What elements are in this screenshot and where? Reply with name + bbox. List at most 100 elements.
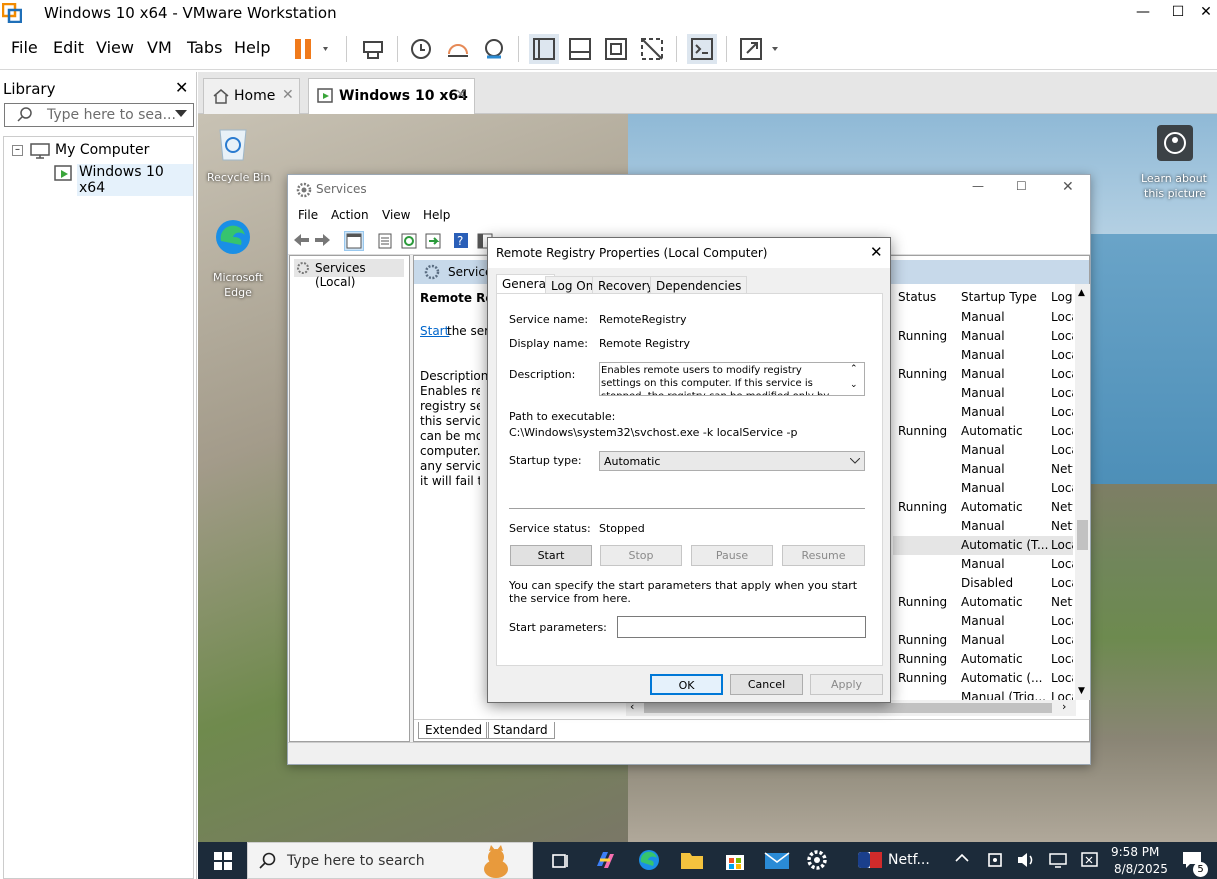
camera-icon[interactable] <box>1156 124 1194 162</box>
edge-taskbar-icon[interactable] <box>637 848 661 872</box>
table-row[interactable]: Running Manual Loca <box>893 365 1073 384</box>
netflix-taskbar-label[interactable]: Netf... <box>888 852 930 868</box>
tab-extended[interactable]: Extended <box>418 722 489 739</box>
table-row[interactable]: Running Automatic Netv <box>893 498 1073 517</box>
services-menu-view[interactable]: View <box>382 208 410 222</box>
table-row[interactable]: Running Manual Loca <box>893 631 1073 650</box>
library-view-icon[interactable] <box>529 34 559 64</box>
menu-view[interactable]: View <box>96 38 134 57</box>
table-row[interactable]: Running Automatic Loca <box>893 650 1073 669</box>
recycle-bin-icon[interactable] <box>216 122 250 162</box>
table-row[interactable]: Automatic (T...Loca <box>893 536 1073 555</box>
services-menu-file[interactable]: File <box>298 208 318 222</box>
close-button[interactable]: ✕ <box>1191 0 1217 26</box>
column-startup-type[interactable]: Startup Type <box>961 290 1037 304</box>
library-search-input[interactable]: Type here to sea... <box>4 103 194 127</box>
table-row[interactable]: Manual Loca <box>893 555 1073 574</box>
mail-icon[interactable] <box>764 849 790 871</box>
console-view-icon[interactable] <box>687 34 717 64</box>
startup-type-select[interactable]: Automatic <box>599 451 865 471</box>
detail-start-link[interactable]: Start <box>420 324 449 338</box>
tab-home-close-icon[interactable]: ✕ <box>282 87 294 103</box>
table-row[interactable]: Running Manual Loca <box>893 327 1073 346</box>
scroll-down-icon[interactable]: ▼ <box>1078 686 1085 696</box>
services-maximize-button[interactable]: ☐ <box>1016 179 1027 193</box>
table-row[interactable]: Manual Loca <box>893 612 1073 631</box>
tab-windows-10[interactable]: Windows 10 x64 ✕ <box>308 78 475 114</box>
vertical-scrollbar[interactable]: ▲ ▼ <box>1075 284 1090 700</box>
services-menu-help[interactable]: Help <box>423 208 450 222</box>
minimize-button[interactable]: — <box>1128 0 1158 26</box>
export-list-icon[interactable] <box>424 232 442 250</box>
table-row[interactable]: Manual Loca <box>893 403 1073 422</box>
apply-button[interactable]: Apply <box>810 674 883 695</box>
scroll-right-icon[interactable]: › <box>1062 700 1066 713</box>
thumbnail-bar-icon[interactable] <box>565 34 595 64</box>
tab-dependencies[interactable]: Dependencies <box>650 276 748 294</box>
stop-button[interactable]: Stop <box>600 545 682 566</box>
description-scroll-up-icon[interactable]: ⌃ <box>850 364 858 374</box>
start-parameters-input[interactable] <box>617 616 866 638</box>
scroll-thumb[interactable] <box>1077 520 1088 550</box>
store-icon[interactable] <box>723 848 747 872</box>
forward-arrow-icon[interactable] <box>314 232 332 248</box>
back-arrow-icon[interactable] <box>292 232 310 248</box>
task-view-icon[interactable] <box>550 851 570 871</box>
table-row[interactable]: Manual Loca <box>893 384 1073 403</box>
snapshot-manager-icon[interactable] <box>479 34 509 64</box>
hscroll-thumb[interactable] <box>644 703 1052 713</box>
snapshot-icon[interactable] <box>406 34 436 64</box>
send-ctrl-alt-del-icon[interactable] <box>358 34 388 64</box>
resume-button[interactable]: Resume <box>782 545 865 566</box>
table-row[interactable]: Running Automatic Loca <box>893 422 1073 441</box>
menu-file[interactable]: File <box>11 38 38 57</box>
network-icon[interactable] <box>1048 851 1068 869</box>
learn-about-picture-line1[interactable]: Learn about <box>1141 172 1207 185</box>
table-row[interactable]: Running Automatic Netv <box>893 593 1073 612</box>
input-indicator-icon[interactable] <box>1080 851 1100 869</box>
windows-start-icon[interactable] <box>214 852 232 870</box>
table-row[interactable]: Running Automatic (... Loca <box>893 669 1073 688</box>
column-status[interactable]: Status <box>898 290 936 304</box>
start-button[interactable]: Start <box>510 545 592 566</box>
table-row[interactable]: Manual Netv <box>893 517 1073 536</box>
collapse-toggle-icon[interactable]: – <box>12 145 23 156</box>
stretch-guest-icon[interactable] <box>738 34 778 64</box>
menu-help[interactable]: Help <box>234 38 270 57</box>
tree-item-my-computer[interactable]: My Computer <box>55 142 149 158</box>
library-close-icon[interactable]: ✕ <box>175 78 188 97</box>
volume-icon[interactable] <box>1016 851 1036 869</box>
edge-icon[interactable] <box>213 217 253 257</box>
clock-date[interactable]: 8/8/2025 <box>1114 862 1168 876</box>
tab-home[interactable]: Home ✕ <box>203 78 300 114</box>
tree-item-windows-10[interactable]: Windows 10 x64 <box>77 164 193 196</box>
dialog-close-button[interactable]: ✕ <box>870 243 883 261</box>
tab-standard[interactable]: Standard <box>486 722 555 739</box>
menu-edit[interactable]: Edit <box>53 38 84 57</box>
properties-icon[interactable] <box>376 232 394 250</box>
taskbar-search-box[interactable]: Type here to search <box>247 842 533 879</box>
copilot-icon[interactable] <box>593 848 617 872</box>
description-textbox[interactable]: Enables remote users to modify registry … <box>599 362 865 396</box>
console-tree-icon[interactable] <box>344 231 364 251</box>
table-row[interactable]: Manual Loca <box>893 346 1073 365</box>
description-scroll-down-icon[interactable]: ⌄ <box>850 380 858 390</box>
chevron-down-icon[interactable] <box>175 110 187 118</box>
table-row[interactable]: Manual Netv <box>893 460 1073 479</box>
services-minimize-button[interactable]: — <box>972 179 984 193</box>
mlb-icon[interactable] <box>858 852 882 868</box>
full-screen-icon[interactable] <box>601 34 631 64</box>
settings-gear-icon[interactable] <box>805 848 829 872</box>
services-menu-action[interactable]: Action <box>331 208 369 222</box>
learn-about-picture-line2[interactable]: this picture <box>1144 187 1206 200</box>
file-explorer-icon[interactable] <box>680 849 704 871</box>
services-close-button[interactable]: ✕ <box>1062 179 1074 195</box>
chevron-up-icon[interactable] <box>955 853 969 863</box>
table-row[interactable]: Manual Loca <box>893 441 1073 460</box>
refresh-icon[interactable] <box>400 232 418 250</box>
menu-tabs[interactable]: Tabs <box>187 38 222 57</box>
tab-windows-10-close-icon[interactable]: ✕ <box>455 87 467 103</box>
pause-button[interactable]: Pause <box>691 545 773 566</box>
table-row[interactable]: Manual Loca <box>893 479 1073 498</box>
cancel-button[interactable]: Cancel <box>730 674 803 695</box>
